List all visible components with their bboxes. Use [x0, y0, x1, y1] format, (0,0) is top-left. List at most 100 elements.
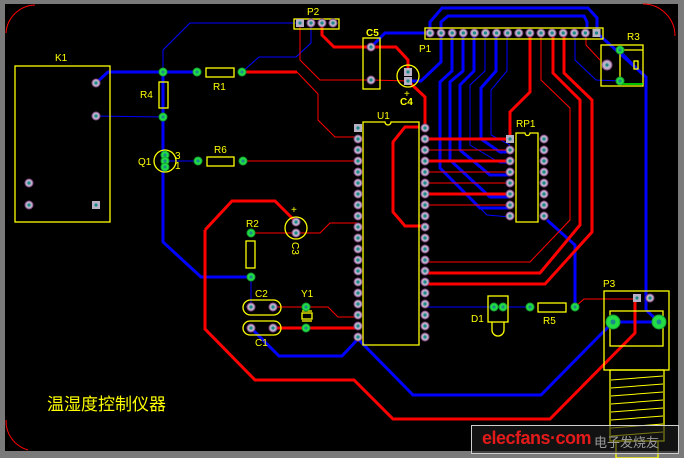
pad-hole — [356, 269, 360, 273]
pad-hole — [423, 170, 427, 174]
pad-hole — [304, 326, 308, 330]
pad-hole — [356, 280, 360, 284]
watermark-brand: elecfans·com — [482, 428, 592, 448]
pad-hole — [472, 31, 476, 35]
label-p2: P2 — [307, 7, 320, 18]
label-c5: C5 — [366, 28, 379, 39]
pad-hole — [161, 70, 165, 74]
pad-hole — [406, 70, 410, 74]
label-q1: Q1 — [138, 157, 152, 168]
pad-hole — [572, 31, 576, 35]
pad-hole — [249, 231, 253, 235]
pad-hole — [294, 220, 298, 224]
label-c2: C2 — [255, 289, 268, 300]
pad-hole — [369, 78, 373, 82]
pad-hole — [423, 258, 427, 262]
pad-hole — [356, 291, 360, 295]
watermark-chinese: 电子发烧友 — [594, 436, 660, 451]
label-d1: D1 — [471, 314, 484, 325]
pad-hole — [483, 31, 488, 35]
pad-hole — [528, 305, 532, 309]
pad-hole — [356, 302, 360, 306]
label-c1: C1 — [255, 338, 268, 349]
pad-hole — [320, 21, 324, 25]
pad-hole — [161, 115, 165, 119]
pad-hole — [423, 203, 427, 207]
pad-hole — [423, 335, 427, 339]
pad-hole — [539, 31, 543, 35]
pad-hole — [428, 31, 432, 35]
label-k1: K1 — [55, 53, 68, 64]
label-p1: P1 — [419, 44, 432, 55]
pad-hole — [94, 81, 98, 85]
pad-hole — [369, 45, 373, 49]
pad-hole — [294, 231, 298, 235]
pad-hole — [240, 70, 244, 74]
pad-hole — [508, 203, 512, 207]
pad-hole — [508, 137, 512, 141]
pad-hole — [423, 236, 427, 240]
pad-hole — [94, 203, 98, 207]
pad-hole — [492, 305, 496, 309]
pad-hole — [196, 159, 200, 163]
label-q1-pin1: 1 — [175, 161, 181, 172]
label-rp1: RP1 — [516, 119, 536, 130]
pad-hole — [271, 305, 275, 309]
pad-hole — [423, 302, 427, 306]
label-r3: R3 — [627, 32, 640, 43]
pad-hole — [423, 181, 427, 185]
pad-hole — [249, 275, 253, 279]
pad-hole — [610, 319, 616, 325]
pad-hole — [356, 181, 360, 185]
pad-hole — [618, 79, 622, 83]
pad-hole — [542, 148, 546, 152]
pad-hole — [356, 214, 360, 218]
pad-hole — [309, 21, 313, 25]
pad-hole — [594, 31, 599, 35]
pad-hole — [542, 170, 546, 174]
pad-hole — [583, 31, 588, 35]
pad-hole — [27, 203, 31, 207]
pad-hole — [439, 31, 443, 35]
pad-hole — [356, 247, 360, 251]
board-title: 温湿度控制仪器 — [47, 395, 166, 415]
pad-hole — [542, 159, 546, 163]
label-c4: C4 — [400, 97, 413, 108]
pad-hole — [356, 313, 360, 317]
pad-hole — [423, 192, 427, 196]
label-u1: U1 — [377, 111, 390, 122]
pad-hole — [27, 181, 31, 185]
pad-hole — [271, 326, 275, 330]
pad-hole — [195, 70, 199, 74]
pad-hole — [423, 148, 427, 152]
label-r2: R2 — [246, 219, 259, 230]
pad-hole — [542, 203, 546, 207]
pad-hole — [298, 21, 302, 25]
label-c3: C3 — [289, 242, 300, 255]
pad-hole — [163, 165, 167, 169]
pad-hole — [461, 31, 465, 35]
pad-hole — [508, 170, 512, 174]
pad-hole — [356, 148, 360, 152]
pad-hole — [356, 236, 360, 240]
pad-hole — [495, 31, 499, 35]
pad-hole — [508, 192, 512, 196]
label-r5: R5 — [543, 316, 556, 327]
pad-hole — [356, 203, 360, 207]
label-c3-plus: + — [291, 205, 297, 216]
pad-hole — [331, 21, 335, 25]
pad-hole — [406, 79, 410, 83]
pad-hole — [249, 305, 253, 309]
pad-hole — [423, 269, 427, 273]
label-r6: R6 — [214, 145, 227, 156]
pad-hole — [163, 159, 167, 163]
pad-hole — [356, 335, 360, 339]
pad-hole — [561, 31, 565, 35]
label-p3: P3 — [603, 279, 616, 290]
pad-hole — [423, 247, 427, 251]
pad-hole — [356, 159, 360, 163]
label-y1: Y1 — [301, 289, 314, 300]
pad-hole — [356, 137, 360, 141]
pad-hole — [423, 159, 427, 163]
pad-hole — [163, 153, 167, 157]
